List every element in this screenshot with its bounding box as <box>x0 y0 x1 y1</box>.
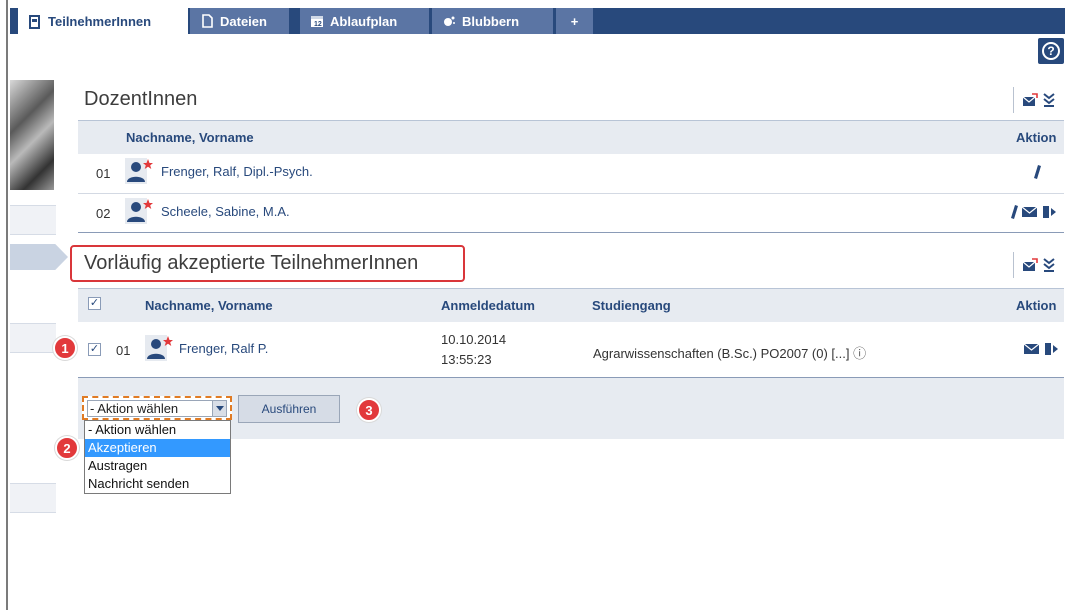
lecturers-header-actions <box>1022 92 1056 108</box>
help-button[interactable]: ? <box>1038 38 1064 64</box>
step-badge: 3 <box>357 398 381 422</box>
action-select-highlight: - Aktion wählen <box>82 396 232 420</box>
lecturer-actions <box>1010 204 1058 220</box>
sidebar-panel <box>10 323 56 353</box>
tab-teilnehmerinnen[interactable]: TeilnehmerInnen <box>18 8 188 35</box>
svg-text:12: 12 <box>314 21 322 28</box>
person-card-icon <box>29 14 40 29</box>
lecturer-avatar-icon <box>125 198 153 224</box>
participant-actions <box>1024 342 1060 356</box>
row-number: 02 <box>96 206 111 221</box>
participant-avatar-icon <box>145 335 173 361</box>
tab-add[interactable]: + <box>556 8 594 34</box>
chevron-down-icon[interactable] <box>212 401 226 416</box>
row-separator <box>78 193 1064 194</box>
signout-icon[interactable] <box>1044 342 1060 356</box>
accepted-title: Vorläufig akzeptierte TeilnehmerInnen <box>84 252 419 274</box>
option-choose-action[interactable]: - Aktion wählen <box>85 421 230 439</box>
col-action: Aktion <box>1016 130 1057 145</box>
col-name: Nachname, Vorname <box>126 130 254 145</box>
lecturer-avatar-icon <box>125 158 153 184</box>
tab-ablaufplan[interactable]: 12 Ablaufplan <box>300 8 430 34</box>
section-divider <box>78 232 1064 233</box>
study-program-text: Agrarwissenschaften (B.Sc.) PO2007 (0) [… <box>593 346 850 361</box>
header-separator <box>1013 87 1014 113</box>
tab-label: TeilnehmerInnen <box>48 14 152 29</box>
sidebar-panel <box>10 483 56 513</box>
row-number: 01 <box>96 166 111 181</box>
help-icon: ? <box>1042 42 1060 60</box>
signout-icon[interactable] <box>1042 205 1058 219</box>
select-all-checkbox[interactable]: ✓ <box>88 297 101 310</box>
edit-icon[interactable] <box>1010 204 1018 220</box>
lecturers-table-header: Nachname, Vorname Aktion <box>78 120 1064 154</box>
mail-forward-icon[interactable] <box>1022 93 1038 107</box>
option-send-message[interactable]: Nachricht senden <box>85 475 230 493</box>
course-image <box>10 80 54 190</box>
export-icon[interactable] <box>1042 257 1056 273</box>
tab-dateien[interactable]: Dateien <box>190 8 290 34</box>
lecturer-name-link[interactable]: Scheele, Sabine, M.A. <box>161 204 290 219</box>
tab-blubbern[interactable]: Blubbern <box>432 8 554 34</box>
lecturer-name-link[interactable]: Frenger, Ralf, Dipl.-Psych. <box>161 164 313 179</box>
bubbles-icon <box>444 16 455 26</box>
action-select[interactable]: - Aktion wählen <box>87 400 227 417</box>
add-tab-label: + <box>570 13 579 29</box>
col-program: Studiengang <box>592 298 671 313</box>
export-icon[interactable] <box>1042 92 1056 108</box>
tab-label: Blubbern <box>462 13 520 29</box>
file-icon <box>202 14 213 28</box>
step-badge: 2 <box>55 436 79 460</box>
action-select-value: - Aktion wählen <box>90 401 179 416</box>
tab-bar: TeilnehmerInnen Dateien 12 Ablaufplan Bl… <box>10 8 1065 35</box>
run-button[interactable]: Ausführen <box>238 395 340 423</box>
participant-name-link[interactable]: Frenger, Ralf P. <box>179 341 268 356</box>
sidebar-active-arrow <box>10 244 68 270</box>
accepted-header-actions <box>1022 257 1056 273</box>
accepted-table-header: ✓ Nachname, Vorname Anmeldedatum Studien… <box>78 288 1064 322</box>
row-checkbox[interactable]: ✓ <box>88 343 101 356</box>
calendar-icon: 12 <box>311 16 323 28</box>
header-separator <box>1013 252 1014 278</box>
option-accept[interactable]: Akzeptieren <box>85 439 230 457</box>
info-icon[interactable]: ⓘ <box>853 346 866 361</box>
lecturers-title: DozentInnen <box>84 88 198 110</box>
edit-icon[interactable] <box>1032 164 1042 180</box>
registration-date: 10.10.2014 <box>441 332 507 347</box>
mail-forward-icon[interactable] <box>1022 258 1038 272</box>
action-dropdown-list: - Aktion wählen Akzeptieren Austragen Na… <box>84 420 231 494</box>
mail-icon[interactable] <box>1024 343 1040 355</box>
mail-icon[interactable] <box>1022 206 1038 218</box>
tab-label: Ablaufplan <box>330 13 398 29</box>
frame-left-border <box>0 0 8 610</box>
step-badge: 1 <box>53 336 77 360</box>
registration-time: 13:55:23 <box>441 352 492 367</box>
sidebar-panel <box>10 205 56 235</box>
col-name: Nachname, Vorname <box>145 298 273 313</box>
col-date: Anmeldedatum <box>441 298 535 313</box>
row-number: 01 <box>116 343 131 358</box>
tab-label: Dateien <box>220 13 267 29</box>
col-action: Aktion <box>1016 298 1057 313</box>
option-remove[interactable]: Austragen <box>85 457 230 475</box>
study-program: Agrarwissenschaften (B.Sc.) PO2007 (0) [… <box>593 343 866 362</box>
